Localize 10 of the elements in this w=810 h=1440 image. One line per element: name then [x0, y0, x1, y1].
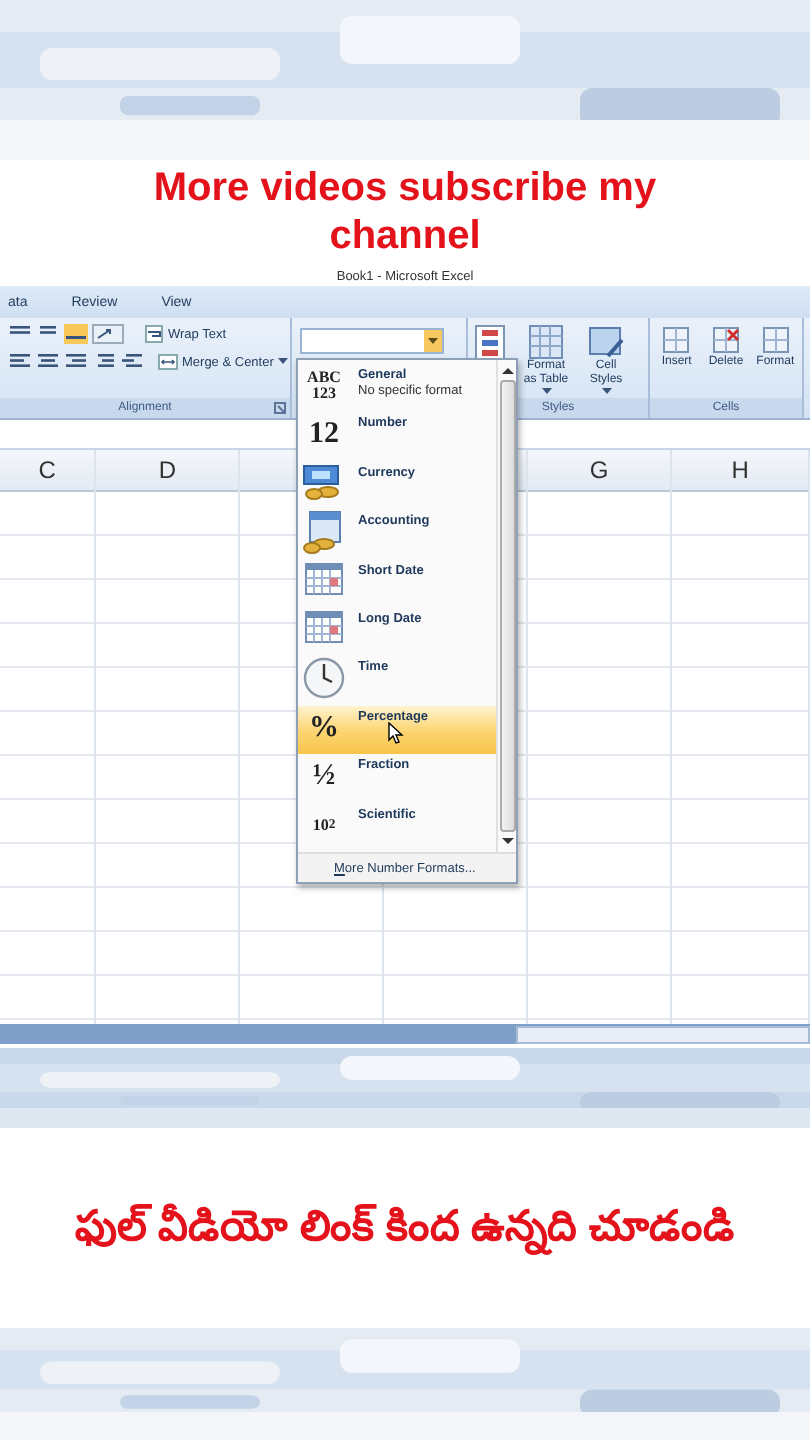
format-glyph: % — [307, 709, 341, 748]
format-glyph: ½ — [310, 758, 338, 797]
format-glyph: ABC 123 — [305, 366, 343, 406]
column-header[interactable]: H — [672, 450, 809, 492]
caption-text: ఫుల్ వీడియో లింక్ కింద ఉన్నది చూడండి — [14, 1192, 796, 1264]
format-glyph: 12 — [307, 416, 341, 455]
column-header[interactable]: D — [96, 450, 239, 492]
column-header[interactable]: G — [528, 450, 671, 492]
caption-text: More videos subscribe my channel — [151, 164, 659, 260]
column-header[interactable]: C — [0, 450, 95, 492]
